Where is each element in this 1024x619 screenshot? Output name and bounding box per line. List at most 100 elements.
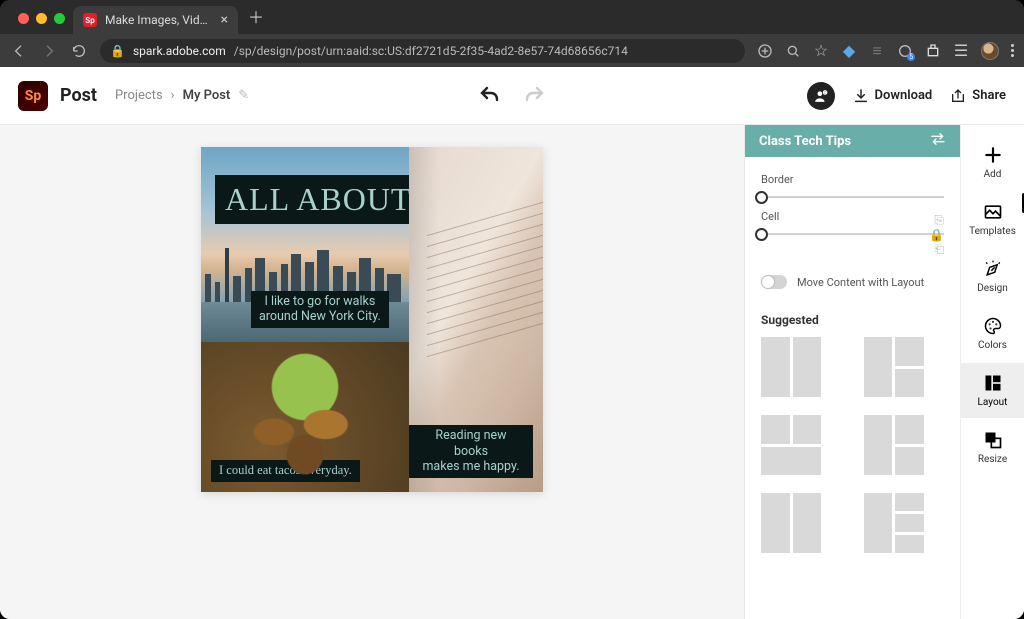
tab-title: Make Images, Videos and Web [105, 13, 213, 27]
minimize-window-icon[interactable] [36, 13, 47, 24]
layout-option[interactable] [761, 415, 821, 475]
design-canvas[interactable]: ALL ABOUT ME! I like to go for walks aro… [201, 147, 543, 492]
browser-window: Sp Make Images, Videos and Web × ＋ 🔒 spa… [0, 0, 1024, 619]
forward-button[interactable] [40, 42, 58, 60]
address-bar[interactable]: 🔒 spark.adobe.com/sp/design/post/urn:aai… [100, 39, 745, 63]
share-button[interactable]: Share [950, 88, 1006, 104]
rail-templates[interactable]: Templates [961, 192, 1024, 247]
share-icon [950, 88, 966, 104]
url-path: /sp/design/post/urn:aaid:sc:US:df2721d5-… [234, 44, 628, 58]
undo-redo-group [478, 84, 546, 108]
move-content-toggle-row: Move Content with Layout [761, 275, 944, 289]
back-button[interactable] [10, 42, 28, 60]
suggested-heading: Suggested [745, 303, 960, 337]
browser-tab[interactable]: Sp Make Images, Videos and Web × [73, 6, 238, 34]
tool-rail: Add Templates Design Colors Layout R [960, 125, 1024, 619]
canvas-cell-book[interactable]: Reading new books makes me happy. [409, 147, 543, 492]
ext1-icon[interactable]: ◆ [841, 43, 857, 59]
star-icon[interactable]: ☆ [813, 43, 829, 59]
book-caption[interactable]: Reading new books makes me happy. [409, 425, 533, 478]
taco-caption[interactable]: I could eat tacos everyday. [211, 460, 360, 482]
rail-colors-label: Colors [978, 340, 1007, 351]
window-controls [10, 13, 73, 34]
swap-icon[interactable] [930, 132, 946, 150]
city-caption-l2: around New York City. [259, 309, 381, 324]
ext2-icon[interactable]: ≡ [869, 43, 885, 59]
browser-toolbar: 🔒 spark.adobe.com/sp/design/post/urn:aai… [0, 34, 1024, 67]
sidepanel-header: Class Tech Tips [745, 125, 960, 157]
app-brand: Post [60, 85, 97, 106]
url-host: spark.adobe.com [133, 44, 226, 58]
book-caption-l2: makes me happy. [422, 459, 519, 474]
canvas-cell-city[interactable]: ALL ABOUT ME! I like to go for walks aro… [201, 147, 409, 342]
download-button[interactable]: Download [853, 88, 933, 104]
download-icon [853, 88, 869, 104]
zoom-icon[interactable] [785, 43, 801, 59]
rail-templates-label: Templates [969, 226, 1016, 237]
breadcrumb: Projects › My Post ✎ [115, 88, 249, 103]
undo-button[interactable] [478, 84, 502, 108]
new-tab-button[interactable]: ＋ [248, 4, 264, 28]
plus-icon [983, 145, 1003, 165]
share-label: Share [972, 88, 1006, 103]
rail-resize-label: Resize [978, 454, 1007, 465]
reload-button[interactable] [70, 42, 88, 60]
browser-tabbar: Sp Make Images, Videos and Web × ＋ [0, 0, 1024, 34]
design-icon [983, 259, 1003, 279]
profile-avatar[interactable] [981, 42, 999, 60]
rail-layout[interactable]: Layout [961, 363, 1024, 418]
download-label: Download [875, 88, 933, 103]
reading-list-icon[interactable]: ☰ [953, 43, 969, 59]
redo-button[interactable] [522, 84, 546, 108]
browser-menu-icon[interactable] [1011, 44, 1014, 57]
app-viewport: Sp Post Projects › My Post ✎ Download [0, 67, 1024, 619]
colors-icon [983, 316, 1003, 336]
canvas-title-text[interactable]: ALL ABOUT ME! [215, 175, 409, 224]
layout-icon [983, 373, 1003, 393]
rail-design-label: Design [977, 283, 1008, 294]
city-caption[interactable]: I like to go for walks around New York C… [251, 291, 389, 328]
crumb-projects[interactable]: Projects [115, 88, 163, 103]
rail-colors[interactable]: Colors [961, 306, 1024, 361]
link-sliders-icon[interactable]: ⎘🔒⎗ [761, 213, 944, 257]
close-tab-icon[interactable]: × [221, 12, 228, 28]
book-caption-l1: Reading new books [435, 428, 506, 459]
templates-icon [983, 202, 1003, 222]
topbar-actions: Download Share [807, 82, 1006, 110]
app-logo[interactable]: Sp [18, 81, 48, 111]
rail-resize[interactable]: Resize [961, 420, 1024, 475]
border-label: Border [761, 173, 944, 186]
crumb-current[interactable]: My Post [183, 88, 231, 103]
layout-option[interactable] [864, 493, 924, 553]
install-icon[interactable] [757, 43, 773, 59]
app-topbar: Sp Post Projects › My Post ✎ Download [0, 67, 1024, 125]
rail-design[interactable]: Design [961, 249, 1024, 304]
resize-icon [983, 430, 1003, 450]
close-window-icon[interactable] [18, 13, 29, 24]
sidepanel-controls: Border Cell ⎘🔒⎗ Move Content with Layout [745, 157, 960, 303]
layout-option[interactable] [761, 337, 821, 397]
border-slider[interactable] [761, 186, 944, 208]
layout-option[interactable] [864, 337, 924, 397]
lock-icon: 🔒 [110, 44, 125, 58]
layout-sidepanel: Class Tech Tips Border Cell ⎘🔒⎗ Move Con… [744, 125, 960, 619]
canvas-cell-taco[interactable]: I could eat tacos everyday. [201, 342, 409, 492]
maximize-window-icon[interactable] [54, 13, 65, 24]
move-content-toggle[interactable] [761, 275, 787, 289]
workspace[interactable]: ALL ABOUT ME! I like to go for walks aro… [0, 125, 744, 619]
layout-option[interactable] [864, 415, 924, 475]
extensions-icon[interactable] [925, 43, 941, 59]
rail-add[interactable]: Add [961, 135, 1024, 190]
chevron-right-icon: › [171, 88, 175, 103]
rail-add-label: Add [984, 169, 1002, 180]
sidepanel-title: Class Tech Tips [759, 134, 851, 149]
layout-option[interactable] [761, 493, 821, 553]
extension-icons: ☆ ◆ ≡ 5 ☰ [757, 42, 1014, 60]
move-content-label: Move Content with Layout [797, 276, 924, 289]
ext3-icon[interactable]: 5 [897, 43, 913, 59]
rail-layout-label: Layout [978, 397, 1008, 408]
pencil-icon[interactable]: ✎ [238, 88, 249, 103]
favicon-icon: Sp [83, 13, 97, 27]
city-caption-l1: I like to go for walks [264, 294, 375, 309]
invite-button[interactable] [807, 82, 835, 110]
